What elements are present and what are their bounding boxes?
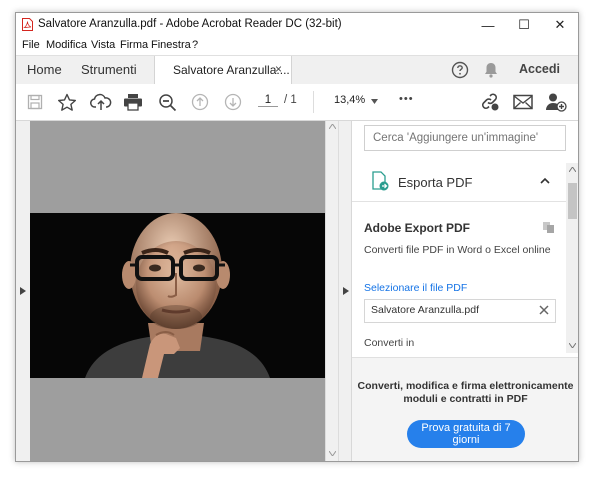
maximize-icon: ☐: [518, 17, 530, 32]
promo-line-1: Converti, modifica e firma elettronicame…: [357, 380, 574, 392]
collapse-right-panel-icon[interactable]: [343, 287, 349, 295]
service-title: Adobe Export PDF: [364, 221, 471, 235]
zoom-out-button[interactable]: [156, 92, 178, 112]
left-panel-toggle-strip[interactable]: [16, 121, 31, 461]
page-number-input[interactable]: 1: [258, 94, 278, 107]
chevron-down-icon[interactable]: [371, 99, 378, 104]
scroll-up-icon[interactable]: [329, 124, 336, 129]
export-pdf-icon: [372, 171, 389, 191]
document-viewer: [16, 121, 352, 461]
close-tab-icon[interactable]: ×: [275, 62, 282, 76]
signin-link[interactable]: Accedi: [519, 62, 560, 76]
add-people-button[interactable]: [545, 92, 567, 112]
share-link-icon: [482, 93, 499, 111]
mail-icon: [513, 94, 533, 110]
title-bar: Salvatore Aranzulla.pdf - Adobe Acrobat …: [16, 13, 578, 37]
convert-service-icon: [543, 222, 554, 233]
print-icon: [124, 94, 142, 111]
free-trial-button[interactable]: Prova gratuita di 7 giorni: [407, 420, 525, 448]
toolbar: 1 / 1 13,4% •••: [16, 84, 578, 121]
menu-help[interactable]: ?: [192, 39, 198, 51]
upload-cloud-icon: [90, 93, 112, 110]
help-icon[interactable]: [451, 61, 469, 79]
app-window: Salvatore Aranzulla.pdf - Adobe Acrobat …: [15, 12, 579, 462]
menu-file[interactable]: File: [22, 39, 40, 51]
upload-button[interactable]: [90, 92, 112, 112]
menu-modifica[interactable]: Modifica: [46, 39, 87, 51]
next-page-button[interactable]: [222, 92, 244, 112]
scroll-down-icon[interactable]: [329, 451, 336, 456]
chevron-up-icon[interactable]: [540, 177, 550, 184]
menu-bar: File Modifica Vista Firma Finestra ?: [16, 37, 578, 55]
scroll-down-icon[interactable]: [569, 343, 576, 348]
minimize-button[interactable]: —: [470, 13, 506, 37]
bell-icon[interactable]: [483, 61, 499, 79]
selected-file-field[interactable]: Salvatore Aranzulla.pdf: [364, 299, 556, 323]
right-panel-toggle-strip[interactable]: [338, 121, 352, 461]
service-description: Converti file PDF in Word o Excel online: [364, 244, 551, 256]
more-tools-icon[interactable]: •••: [399, 93, 414, 105]
page-total: / 1: [284, 94, 297, 106]
portrait-image: [30, 213, 325, 378]
star-icon: [58, 93, 76, 111]
document-scrollbar[interactable]: [325, 121, 339, 461]
zoom-level[interactable]: 13,4%: [334, 94, 365, 106]
export-pdf-title: Esporta PDF: [398, 175, 473, 190]
save-button[interactable]: [24, 92, 46, 112]
panel-scrollbar[interactable]: [566, 163, 578, 353]
bookmark-button[interactable]: [56, 92, 78, 112]
previous-page-button[interactable]: [189, 92, 211, 112]
menu-firma[interactable]: Firma: [120, 39, 148, 51]
share-button[interactable]: [479, 92, 501, 112]
email-button[interactable]: [512, 92, 534, 112]
selected-file-name: Salvatore Aranzulla.pdf: [371, 304, 479, 316]
save-icon: [27, 94, 43, 110]
page-up-icon: [191, 93, 209, 111]
document-tab-label: Salvatore Aranzulla....: [173, 63, 290, 77]
portrait-photo: [30, 213, 325, 378]
pdf-file-icon: [22, 18, 33, 31]
select-file-link[interactable]: Selezionare il file PDF: [364, 282, 467, 294]
tools-search-input[interactable]: [364, 125, 566, 151]
scroll-up-icon[interactable]: [569, 167, 576, 172]
tab-tools[interactable]: Strumenti: [81, 62, 137, 77]
add-user-icon: [546, 93, 567, 112]
print-button[interactable]: [122, 92, 144, 112]
page-down-icon: [224, 93, 242, 111]
clear-icon[interactable]: [539, 305, 549, 315]
tab-bar: Home Strumenti Salvatore Aranzulla.... ×…: [16, 55, 578, 85]
expand-left-panel-icon[interactable]: [20, 287, 26, 295]
minimize-icon: —: [481, 17, 495, 33]
toolbar-divider: [313, 91, 314, 113]
promo-text: Converti, modifica e firma elettronicame…: [352, 380, 578, 406]
close-window-button[interactable]: ✕: [542, 13, 578, 37]
maximize-button[interactable]: ☐: [506, 13, 542, 37]
promo-line-2: moduli e contratti in PDF: [403, 393, 528, 405]
tab-document[interactable]: Salvatore Aranzulla.... ×: [154, 56, 292, 84]
window-title: Salvatore Aranzulla.pdf - Adobe Acrobat …: [38, 18, 342, 30]
export-pdf-header[interactable]: Esporta PDF: [352, 163, 566, 202]
promo-section: Converti, modifica e firma elettronicame…: [352, 357, 578, 461]
menu-vista[interactable]: Vista: [91, 39, 115, 51]
zoom-out-icon: [158, 93, 176, 111]
convert-to-label: Converti in: [364, 337, 415, 349]
panel-scroll-thumb[interactable]: [568, 183, 577, 219]
close-icon: ✕: [554, 17, 566, 32]
tab-home[interactable]: Home: [27, 62, 62, 77]
menu-finestra[interactable]: Finestra: [151, 39, 191, 51]
tools-panel: Esporta PDF Adobe Export PDF Converti fi…: [351, 121, 578, 461]
